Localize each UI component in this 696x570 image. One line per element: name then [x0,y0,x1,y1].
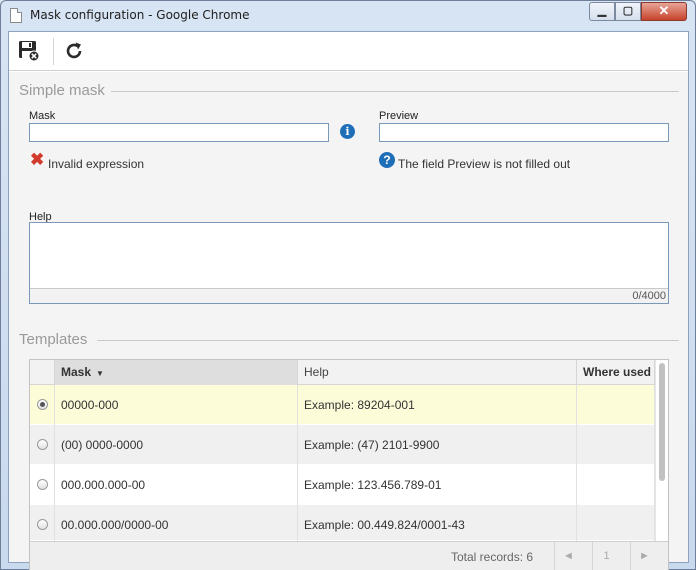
where-used-cell [577,505,655,545]
simple-mask-section-title: Simple mask [19,82,105,99]
row-radio[interactable] [37,439,48,450]
grid-footer: Total records: 6 ◄ 1 ► [30,541,668,570]
help-cell: Example: 00.449.824/0001-43 [298,505,577,545]
maximize-button[interactable]: ▢ [615,2,641,21]
refresh-icon [66,42,82,59]
total-records: Total records: 6 [451,550,534,564]
templates-grid: Mask ▼ Help Where used 00000-000 Example:… [29,359,669,570]
mask-error-message: Invalid expression [48,157,145,171]
save-close-icon [19,41,40,62]
mask-label: Mask [29,110,56,122]
mask-cell: 000.000.000-00 [55,465,298,505]
refresh-button[interactable] [59,37,89,65]
section-divider [97,340,679,341]
mask-cell: 00000-000 [55,385,298,425]
mask-column-header[interactable]: Mask ▼ [55,360,298,385]
help-cell: Example: (47) 2101-9900 [298,425,577,465]
help-cell: Example: 123.456.789-01 [298,465,577,505]
grid-header: Mask ▼ Help Where used [30,360,655,385]
preview-status-message: The field Preview is not filled out [398,157,571,171]
table-row[interactable]: 00000-000 Example: 89204-001 [30,385,655,425]
info-icon[interactable]: i [340,124,355,139]
row-radio[interactable] [37,479,48,490]
table-row[interactable]: 00.000.000/0000-00 Example: 00.449.824/0… [30,505,655,545]
mask-input[interactable] [29,123,329,142]
where-used-cell [577,425,655,465]
row-radio[interactable] [37,399,48,410]
minimize-icon: ▁ [597,5,607,17]
character-counter: 0/4000 [632,290,666,302]
section-divider [111,91,679,92]
close-button[interactable]: ✕ [641,2,687,21]
save-and-close-button[interactable] [14,37,44,65]
help-cell: Example: 89204-001 [298,385,577,425]
browser-window: Mask configuration - Google Chrome ▁ ▢ ✕ [0,0,696,570]
mask-cell: (00) 0000-0000 [55,425,298,465]
page-number: 1 [592,542,620,570]
toolbar [9,32,688,71]
page-content: Simple mask Mask i Preview ✖ Invalid exp… [8,31,689,570]
where-used-column-header[interactable]: Where used [577,360,655,385]
question-icon: ? [379,152,395,168]
toolbar-separator [53,38,54,65]
grid-scrollbar[interactable] [655,360,668,541]
maximize-icon: ▢ [622,5,634,17]
where-used-cell [577,385,655,425]
select-column-header [30,360,55,385]
where-used-cell [577,465,655,505]
table-row[interactable]: 000.000.000-00 Example: 123.456.789-01 [30,465,655,505]
row-select-cell [30,425,55,465]
minimize-button[interactable]: ▁ [589,2,615,21]
page-icon [10,8,22,23]
title-bar: Mask configuration - Google Chrome ▁ ▢ ✕ [1,1,695,31]
mask-cell: 00.000.000/0000-00 [55,505,298,545]
character-counter-bar: 0/4000 [30,288,668,303]
form-area: Simple mask Mask i Preview ✖ Invalid exp… [9,72,688,570]
sort-descending-icon: ▼ [96,369,104,378]
x-icon: ✖ [30,150,45,169]
help-textarea[interactable]: 0/4000 [29,222,669,304]
preview-label: Preview [379,110,419,122]
next-page-button[interactable]: ► [630,542,658,570]
help-column-header[interactable]: Help [298,360,577,385]
preview-input[interactable] [379,123,669,142]
window-title: Mask configuration - Google Chrome [30,8,250,22]
row-select-cell [30,385,55,425]
row-select-cell [30,465,55,505]
close-icon: ✕ [658,3,670,18]
row-select-cell [30,505,55,545]
previous-page-button[interactable]: ◄ [554,542,582,570]
templates-section-title: Templates [19,331,88,348]
row-radio[interactable] [37,519,48,530]
table-row[interactable]: (00) 0000-0000 Example: (47) 2101-9900 [30,425,655,465]
scrollbar-thumb[interactable] [659,363,665,481]
